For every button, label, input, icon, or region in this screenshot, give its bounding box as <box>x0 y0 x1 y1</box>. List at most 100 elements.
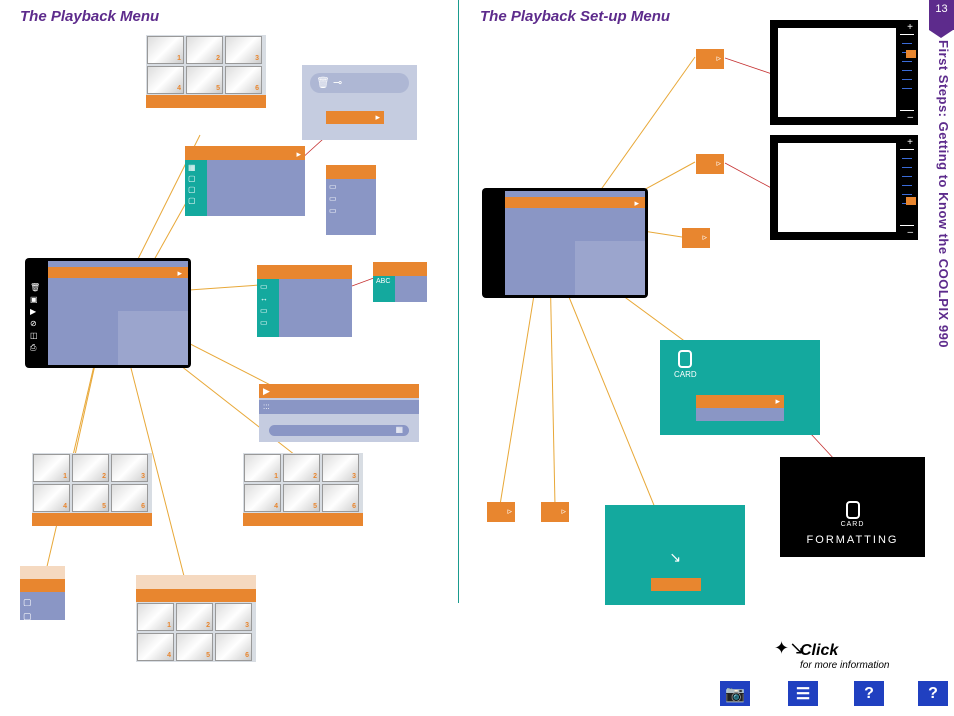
format-highlight: ▸ <box>696 395 784 408</box>
grid-highlight <box>32 513 152 526</box>
hue-display <box>778 143 896 232</box>
rect-icon: ▭ <box>260 281 268 293</box>
menu-shadow <box>118 311 188 365</box>
arrow-right-icon: ▸ <box>375 112 380 123</box>
delete-highlight: ▸ <box>326 111 384 124</box>
square-icon: ▢ <box>188 195 196 206</box>
folder-body <box>207 160 305 216</box>
rect-icon: ▭ <box>329 181 337 193</box>
brightness-scale <box>900 34 914 111</box>
menu-tab-column: 🗑 ▣ ▶ ⊘ ◫ ⎙ <box>28 268 48 358</box>
arrow-right-icon: ▸ <box>296 149 301 160</box>
rect-icon: ▭ <box>260 317 268 329</box>
brightness-marker <box>906 50 916 58</box>
hide-icon: ◫ <box>30 330 44 342</box>
sound-tab[interactable] <box>682 228 710 248</box>
setup-shadow <box>575 241 645 295</box>
protect-icon: ⊘ <box>30 318 44 330</box>
format-row-bg <box>696 408 784 421</box>
rect-icon: ▭ <box>329 193 337 205</box>
setup-highlight: ▸ <box>505 197 645 208</box>
hue-screen[interactable]: + – <box>770 135 918 240</box>
slideshow-submenu[interactable]: ▭ ↔ ▭ ▭ <box>257 265 352 337</box>
trash-icon: 🗑 ⊸ <box>316 77 342 89</box>
folders-submenu[interactable]: ▸ ▦ ▢ ▢ ▢ <box>185 146 305 216</box>
brightness-screen-high[interactable]: + – <box>770 20 918 125</box>
grid-icon: ▦ <box>188 162 196 173</box>
camera-icon: 📷 <box>725 684 745 704</box>
slide-highlight <box>257 265 352 279</box>
nav-help-button[interactable]: ? <box>854 681 884 706</box>
delete-bar: 🗑 ⊸ <box>310 73 409 93</box>
card-icon <box>846 501 860 519</box>
setup-menu-main-screen[interactable]: ▸ <box>482 188 648 298</box>
slide-body <box>279 279 352 337</box>
page-number: 13 <box>929 0 954 30</box>
delete-submenu[interactable]: 🗑 ⊸ ▸ <box>302 65 417 140</box>
abc-label: ABC <box>376 278 390 285</box>
opt-row: ▢ <box>20 592 65 606</box>
list-icon: ☰ <box>796 684 810 704</box>
grid-highlight <box>136 589 256 602</box>
video-highlight <box>651 578 701 591</box>
language-tab[interactable] <box>541 502 569 522</box>
minus-icon: – <box>907 227 913 238</box>
trash-icon: 🗑 <box>30 282 44 294</box>
menu-highlight: ▸ <box>48 267 188 278</box>
grid-highlight <box>243 513 363 526</box>
protect-options[interactable]: ▢ ▢ <box>20 566 65 620</box>
help-icon: ? <box>928 685 938 703</box>
print-highlight: ▶ <box>259 384 419 398</box>
square-icon: ▢ <box>188 173 196 184</box>
cardformat-submenu[interactable]: CARD ▸ <box>660 340 820 435</box>
folders-highlight: ▸ <box>185 146 305 160</box>
setup-tab-column <box>485 198 505 288</box>
plus-icon: + <box>907 137 913 148</box>
rect-icon: ▭ <box>260 305 268 317</box>
playback-menu-main-screen[interactable]: 🗑 ▣ ▶ ⊘ ◫ ⎙ ▸ <box>25 258 191 368</box>
print-submenu[interactable]: ▶ ::: ▦ <box>259 384 419 442</box>
opt-row: ▢ <box>20 606 65 620</box>
arrow-right-icon: ▸ <box>634 198 639 209</box>
formatting-screen: CARD FORMATTING <box>780 457 925 557</box>
formatting-text: FORMATTING <box>780 534 925 546</box>
chapter-title: First Steps: Getting to Know the COOLPIX… <box>931 40 951 348</box>
grid-highlight <box>146 95 266 108</box>
click-title: Click <box>800 642 838 659</box>
nav-camera-button[interactable]: 📷 <box>720 681 750 706</box>
int-highlight <box>373 262 427 276</box>
minus-icon: – <box>907 112 913 123</box>
opt-highlight <box>326 165 376 179</box>
click-hint[interactable]: Click for more information <box>800 642 889 671</box>
thumbnail-grid-protect[interactable] <box>32 453 152 526</box>
folder-options[interactable]: ▭ ▭ ▭ <box>326 165 376 235</box>
thumbnail-grid-delete[interactable] <box>146 35 266 108</box>
help-icon: ? <box>864 685 874 703</box>
interval-options[interactable]: ABC <box>373 262 427 302</box>
video-submenu[interactable]: ↘ <box>605 505 745 605</box>
play-icon: ▶ <box>263 386 270 397</box>
grid-icon: ▦ <box>395 425 403 434</box>
nav-index-button[interactable]: ☰ <box>788 681 818 706</box>
nav-help2-button[interactable]: ? <box>918 681 948 706</box>
rect-icon: ▭ <box>329 205 337 217</box>
arrow-right-icon: ▸ <box>177 268 182 279</box>
hue-tab[interactable] <box>696 154 724 174</box>
thumbnail-grid-print[interactable] <box>136 575 256 662</box>
dots-icon: ::: <box>263 402 270 411</box>
folder-icon: ▣ <box>30 294 44 306</box>
column-divider <box>458 0 459 603</box>
section-title-playback-menu: The Playback Menu <box>20 8 159 25</box>
section-title-setup-menu: The Playback Set-up Menu <box>480 8 670 25</box>
menu-icons: 🗑 ▣ ▶ ⊘ ◫ ⎙ <box>30 282 44 354</box>
square-icon: ▢ <box>188 184 196 195</box>
menu-body: ▸ <box>48 261 188 365</box>
plus-icon: + <box>907 22 913 33</box>
print-icon: ⎙ <box>30 342 44 354</box>
date-tab[interactable] <box>487 502 515 522</box>
hue-scale <box>900 149 914 226</box>
brightness-tab[interactable] <box>696 49 724 69</box>
thumbnail-grid-hide[interactable] <box>243 453 363 526</box>
card-label: CARD <box>780 521 925 528</box>
folder-option-icons: ▭ ▭ ▭ <box>329 181 337 217</box>
